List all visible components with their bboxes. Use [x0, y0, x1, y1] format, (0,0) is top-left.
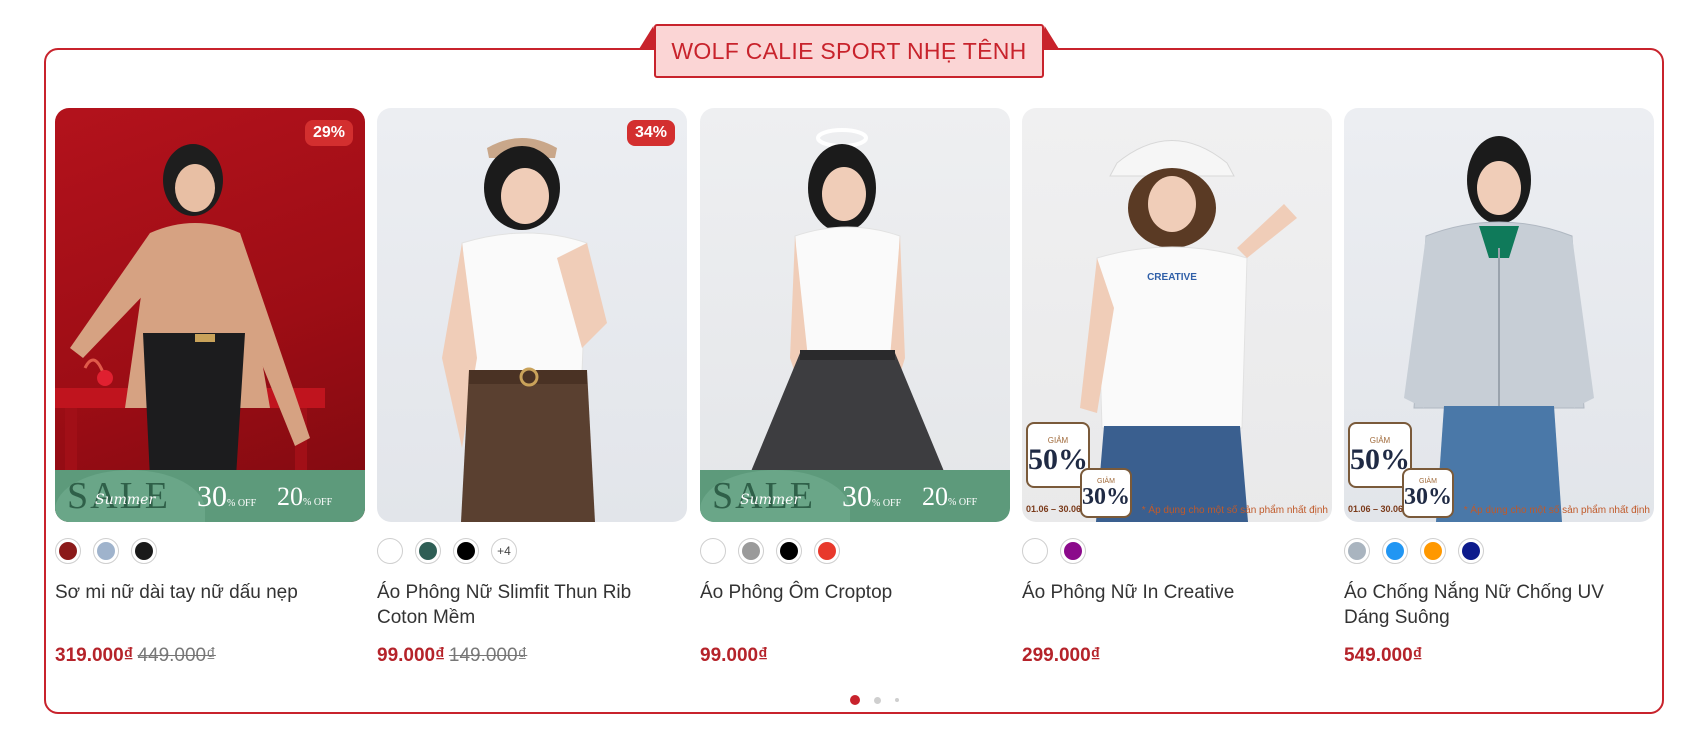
sale-banner: SALE Summer 30% OFF 20% OFF [55, 470, 365, 522]
product-price: 319.000₫ 449.000₫ [55, 645, 216, 667]
discount-badge: 29% [304, 120, 353, 146]
product-image[interactable]: GIẢM 50% GIẢM 30% 01.06 – 30.06 * Áp dụn… [1344, 108, 1654, 522]
swatch-dot [135, 542, 153, 560]
promo-dates: 01.06 – 30.06 [1348, 504, 1404, 514]
current-price: 549.000₫ [1344, 645, 1423, 666]
color-swatch[interactable] [700, 538, 726, 564]
product-card[interactable]: 29% SALE Summer 30% OFF 20% OFF Sơ mi nữ… [55, 108, 365, 666]
shirt-print-text: CREATIVE [1147, 272, 1197, 283]
section-title-ribbon: WOLF CALIE SPORT NHẸ TÊNH [639, 22, 1059, 79]
promo-note: * Áp dụng cho một số sản phẩm nhất định [1463, 505, 1650, 516]
model-photo [730, 128, 965, 522]
promo-30-badge: GIẢM 30% [1402, 468, 1454, 518]
swatch-dot [1348, 542, 1366, 560]
product-image[interactable]: SALE Summer 30% OFF 20% OFF [700, 108, 1010, 522]
current-price: 99.000₫ [377, 645, 445, 666]
color-swatch[interactable] [93, 538, 119, 564]
old-price: 449.000₫ [137, 645, 216, 666]
more-colors-button[interactable]: +4 [491, 538, 517, 564]
banner-percent-2: 20% OFF [277, 482, 333, 511]
color-swatches [1344, 538, 1484, 564]
swatch-dot [1064, 542, 1082, 560]
banner-percent-1: 30% OFF [197, 480, 257, 513]
promo-note: * Áp dụng cho một số sản phẩm nhất định [1141, 505, 1328, 516]
product-card[interactable]: SALE Summer 30% OFF 20% OFF Áo Phông Ôm … [700, 108, 1010, 666]
sale-banner: SALE Summer 30% OFF 20% OFF [700, 470, 1010, 522]
product-image[interactable]: 29% SALE Summer 30% OFF 20% OFF [55, 108, 365, 522]
color-swatch[interactable] [415, 538, 441, 564]
promo-dates: 01.06 – 30.06 [1026, 504, 1082, 514]
color-swatches [55, 538, 157, 564]
color-swatch[interactable] [1382, 538, 1408, 564]
pagination-dot-active[interactable] [850, 695, 860, 705]
product-card[interactable]: GIẢM 50% GIẢM 30% 01.06 – 30.06 * Áp dụn… [1344, 108, 1654, 666]
swatch-dot [419, 542, 437, 560]
promo-50-value: 50% [1350, 442, 1410, 476]
product-name[interactable]: Áo Phông Nữ In Creative [1022, 580, 1332, 605]
old-price: 149.000₫ [448, 645, 528, 666]
product-price: 299.000₫ [1022, 645, 1100, 667]
swatch-dot [457, 542, 475, 560]
color-swatch[interactable] [738, 538, 764, 564]
color-swatch[interactable] [131, 538, 157, 564]
promo-30-badge: GIẢM 30% [1080, 468, 1132, 518]
swatch-dot [59, 542, 77, 560]
product-card[interactable]: CREATIVE GIẢM 50% GIẢM 30% 01.06 – 30.06… [1022, 108, 1332, 666]
color-swatch[interactable] [1022, 538, 1048, 564]
color-swatch[interactable] [1060, 538, 1086, 564]
color-swatch[interactable] [55, 538, 81, 564]
color-swatch[interactable] [453, 538, 479, 564]
swatch-dot [97, 542, 115, 560]
carousel-pagination [850, 695, 899, 705]
swatch-dot [1462, 542, 1480, 560]
product-price: 99.000₫ [700, 645, 768, 667]
model-photo [55, 144, 325, 508]
color-swatch[interactable] [1420, 538, 1446, 564]
product-image[interactable]: CREATIVE GIẢM 50% GIẢM 30% 01.06 – 30.06… [1022, 108, 1332, 522]
promo-50-value: 50% [1028, 442, 1088, 476]
color-swatches [700, 538, 840, 564]
current-price: 319.000₫ [55, 645, 134, 666]
promo-30-value: 30% [1404, 483, 1452, 510]
promo-banner: GIẢM 50% GIẢM 30% 01.06 – 30.06 * Áp dụn… [1344, 412, 1654, 522]
product-card[interactable]: 34% +4 Áo Phông Nữ Slimfit Thun Rib Coto… [377, 108, 687, 666]
section-title: WOLF CALIE SPORT NHẸ TÊNH [671, 37, 1027, 64]
color-swatch[interactable] [1344, 538, 1370, 564]
section-title-box: WOLF CALIE SPORT NHẸ TÊNH [654, 24, 1044, 78]
product-price: 99.000₫ 149.000₫ [377, 645, 527, 667]
pagination-dot[interactable] [874, 696, 881, 704]
swatch-dot [1424, 542, 1442, 560]
swatch-dot [704, 542, 722, 560]
color-swatches [1022, 538, 1086, 564]
promo-30-value: 30% [1082, 483, 1130, 510]
discount-badge: 34% [626, 120, 675, 146]
pagination-dot[interactable] [895, 698, 899, 702]
product-image[interactable]: 34% [377, 108, 687, 522]
swatch-dot [742, 542, 760, 560]
banner-script-text: Summer [95, 492, 156, 508]
current-price: 99.000₫ [700, 645, 768, 666]
color-swatch[interactable] [377, 538, 403, 564]
color-swatch[interactable] [1458, 538, 1484, 564]
color-swatches: +4 [377, 538, 517, 564]
banner-script-text: Summer [740, 492, 801, 508]
swatch-dot [1386, 542, 1404, 560]
color-swatch[interactable] [776, 538, 802, 564]
banner-percent-2: 20% OFF [922, 482, 978, 511]
swatch-dot [1026, 542, 1044, 560]
product-name[interactable]: Sơ mi nữ dài tay nữ dấu nẹp [55, 580, 365, 605]
product-name[interactable]: Áo Phông Ôm Croptop [700, 580, 1010, 605]
current-price: 299.000₫ [1022, 645, 1101, 666]
model-photo [442, 138, 607, 522]
product-name[interactable]: Áo Phông Nữ Slimfit Thun Rib Coton Mềm [377, 580, 687, 630]
swatch-dot [780, 542, 798, 560]
swatch-dot [818, 542, 836, 560]
banner-percent-1: 30% OFF [842, 480, 902, 513]
product-name[interactable]: Áo Chống Nắng Nữ Chống UV Dáng Suông [1344, 580, 1654, 630]
color-swatch[interactable] [814, 538, 840, 564]
product-price: 549.000₫ [1344, 645, 1422, 667]
swatch-dot [381, 542, 399, 560]
promo-banner: GIẢM 50% GIẢM 30% 01.06 – 30.06 * Áp dụn… [1022, 412, 1332, 522]
